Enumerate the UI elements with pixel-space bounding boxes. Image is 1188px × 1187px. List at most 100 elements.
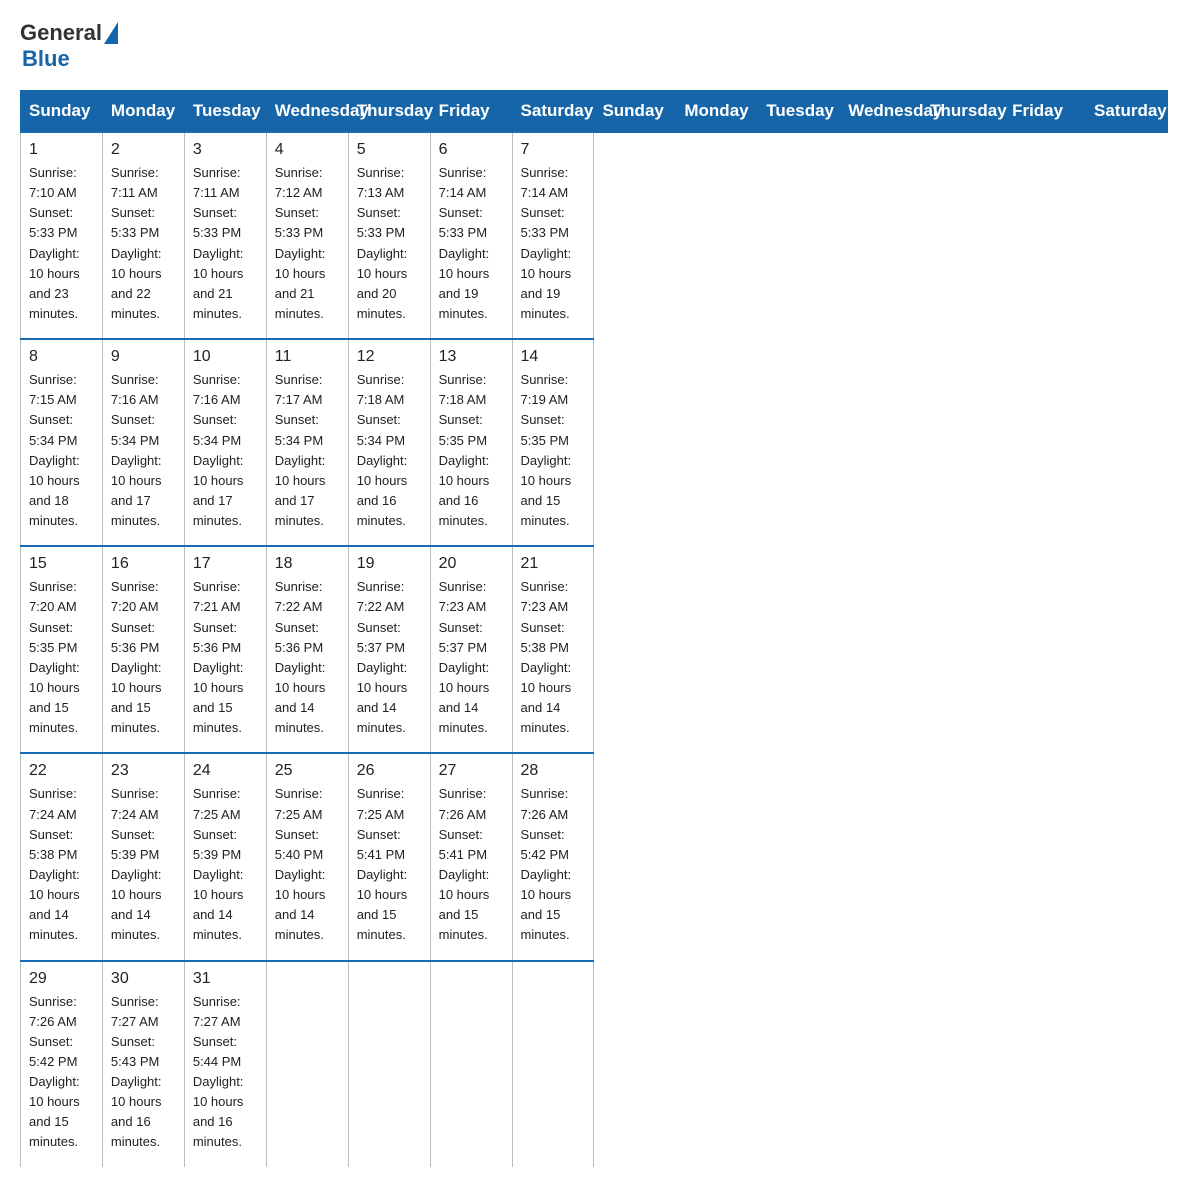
calendar-day-28: 28 Sunrise: 7:26 AM Sunset: 5:42 PM Dayl… [512,753,594,960]
day-number: 16 [111,555,176,573]
day-number: 13 [439,348,504,366]
calendar-empty [348,961,430,1167]
day-number: 15 [29,555,94,573]
day-number: 14 [521,348,586,366]
calendar-day-17: 17 Sunrise: 7:21 AM Sunset: 5:36 PM Dayl… [184,546,266,753]
calendar-day-14: 14 Sunrise: 7:19 AM Sunset: 5:35 PM Dayl… [512,339,594,546]
day-number: 17 [193,555,258,573]
day-info: Sunrise: 7:20 AM Sunset: 5:35 PM Dayligh… [29,577,94,738]
calendar-day-13: 13 Sunrise: 7:18 AM Sunset: 5:35 PM Dayl… [430,339,512,546]
col-header-friday: Friday [1004,91,1086,133]
day-info: Sunrise: 7:26 AM Sunset: 5:41 PM Dayligh… [439,784,504,945]
day-info: Sunrise: 7:21 AM Sunset: 5:36 PM Dayligh… [193,577,258,738]
day-number: 22 [29,762,94,780]
day-number: 7 [521,141,586,159]
calendar-day-26: 26 Sunrise: 7:25 AM Sunset: 5:41 PM Dayl… [348,753,430,960]
day-info: Sunrise: 7:22 AM Sunset: 5:37 PM Dayligh… [357,577,422,738]
day-info: Sunrise: 7:11 AM Sunset: 5:33 PM Dayligh… [193,163,258,324]
day-number: 1 [29,141,94,159]
logo-general: General [20,20,102,46]
logo-text: General [20,20,120,46]
day-number: 10 [193,348,258,366]
day-number: 25 [275,762,340,780]
day-number: 24 [193,762,258,780]
calendar-day-29: 29 Sunrise: 7:26 AM Sunset: 5:42 PM Dayl… [21,961,103,1167]
calendar-day-27: 27 Sunrise: 7:26 AM Sunset: 5:41 PM Dayl… [430,753,512,960]
calendar-day-6: 6 Sunrise: 7:14 AM Sunset: 5:33 PM Dayli… [430,132,512,339]
day-info: Sunrise: 7:14 AM Sunset: 5:33 PM Dayligh… [521,163,586,324]
day-info: Sunrise: 7:24 AM Sunset: 5:38 PM Dayligh… [29,784,94,945]
calendar-day-10: 10 Sunrise: 7:16 AM Sunset: 5:34 PM Dayl… [184,339,266,546]
calendar-day-21: 21 Sunrise: 7:23 AM Sunset: 5:38 PM Dayl… [512,546,594,753]
day-number: 6 [439,141,504,159]
day-number: 26 [357,762,422,780]
day-number: 3 [193,141,258,159]
day-info: Sunrise: 7:14 AM Sunset: 5:33 PM Dayligh… [439,163,504,324]
calendar-day-24: 24 Sunrise: 7:25 AM Sunset: 5:39 PM Dayl… [184,753,266,960]
calendar-day-20: 20 Sunrise: 7:23 AM Sunset: 5:37 PM Dayl… [430,546,512,753]
calendar-day-15: 15 Sunrise: 7:20 AM Sunset: 5:35 PM Dayl… [21,546,103,753]
day-info: Sunrise: 7:17 AM Sunset: 5:34 PM Dayligh… [275,370,340,531]
header-tuesday: Tuesday [184,91,266,133]
day-info: Sunrise: 7:20 AM Sunset: 5:36 PM Dayligh… [111,577,176,738]
calendar-empty [512,961,594,1167]
calendar-week-4: 22 Sunrise: 7:24 AM Sunset: 5:38 PM Dayl… [21,753,1168,960]
col-header-wednesday: Wednesday [840,91,922,133]
day-info: Sunrise: 7:27 AM Sunset: 5:43 PM Dayligh… [111,992,176,1153]
day-number: 21 [521,555,586,573]
col-header-sunday: Sunday [594,91,676,133]
col-header-thursday: Thursday [922,91,1004,133]
day-info: Sunrise: 7:23 AM Sunset: 5:37 PM Dayligh… [439,577,504,738]
calendar-day-23: 23 Sunrise: 7:24 AM Sunset: 5:39 PM Dayl… [102,753,184,960]
calendar-empty [266,961,348,1167]
day-info: Sunrise: 7:16 AM Sunset: 5:34 PM Dayligh… [193,370,258,531]
day-number: 18 [275,555,340,573]
day-info: Sunrise: 7:15 AM Sunset: 5:34 PM Dayligh… [29,370,94,531]
calendar-week-5: 29 Sunrise: 7:26 AM Sunset: 5:42 PM Dayl… [21,961,1168,1167]
calendar-day-11: 11 Sunrise: 7:17 AM Sunset: 5:34 PM Dayl… [266,339,348,546]
calendar-day-3: 3 Sunrise: 7:11 AM Sunset: 5:33 PM Dayli… [184,132,266,339]
day-number: 27 [439,762,504,780]
day-number: 31 [193,970,258,988]
calendar-day-2: 2 Sunrise: 7:11 AM Sunset: 5:33 PM Dayli… [102,132,184,339]
day-info: Sunrise: 7:25 AM Sunset: 5:39 PM Dayligh… [193,784,258,945]
calendar-week-2: 8 Sunrise: 7:15 AM Sunset: 5:34 PM Dayli… [21,339,1168,546]
day-info: Sunrise: 7:26 AM Sunset: 5:42 PM Dayligh… [521,784,586,945]
day-number: 5 [357,141,422,159]
day-number: 28 [521,762,586,780]
calendar-day-5: 5 Sunrise: 7:13 AM Sunset: 5:33 PM Dayli… [348,132,430,339]
calendar-header-row: SundayMondayTuesdayWednesdayThursdayFrid… [21,91,1168,133]
header-friday: Friday [430,91,512,133]
calendar-week-3: 15 Sunrise: 7:20 AM Sunset: 5:35 PM Dayl… [21,546,1168,753]
calendar-day-8: 8 Sunrise: 7:15 AM Sunset: 5:34 PM Dayli… [21,339,103,546]
calendar-table: SundayMondayTuesdayWednesdayThursdayFrid… [20,90,1168,1167]
day-number: 30 [111,970,176,988]
header-saturday: Saturday [512,91,594,133]
col-header-monday: Monday [676,91,758,133]
day-number: 12 [357,348,422,366]
calendar-day-19: 19 Sunrise: 7:22 AM Sunset: 5:37 PM Dayl… [348,546,430,753]
header-sunday: Sunday [21,91,103,133]
header-wednesday: Wednesday [266,91,348,133]
calendar-day-25: 25 Sunrise: 7:25 AM Sunset: 5:40 PM Dayl… [266,753,348,960]
day-number: 11 [275,348,340,366]
calendar-day-18: 18 Sunrise: 7:22 AM Sunset: 5:36 PM Dayl… [266,546,348,753]
page-header: General Blue [20,20,1168,72]
day-info: Sunrise: 7:16 AM Sunset: 5:34 PM Dayligh… [111,370,176,531]
calendar-day-16: 16 Sunrise: 7:20 AM Sunset: 5:36 PM Dayl… [102,546,184,753]
calendar-week-1: 1 Sunrise: 7:10 AM Sunset: 5:33 PM Dayli… [21,132,1168,339]
day-info: Sunrise: 7:10 AM Sunset: 5:33 PM Dayligh… [29,163,94,324]
calendar-day-4: 4 Sunrise: 7:12 AM Sunset: 5:33 PM Dayli… [266,132,348,339]
day-info: Sunrise: 7:23 AM Sunset: 5:38 PM Dayligh… [521,577,586,738]
calendar-day-1: 1 Sunrise: 7:10 AM Sunset: 5:33 PM Dayli… [21,132,103,339]
day-info: Sunrise: 7:18 AM Sunset: 5:34 PM Dayligh… [357,370,422,531]
header-monday: Monday [102,91,184,133]
day-info: Sunrise: 7:13 AM Sunset: 5:33 PM Dayligh… [357,163,422,324]
day-info: Sunrise: 7:11 AM Sunset: 5:33 PM Dayligh… [111,163,176,324]
day-number: 19 [357,555,422,573]
day-number: 29 [29,970,94,988]
day-number: 23 [111,762,176,780]
day-info: Sunrise: 7:22 AM Sunset: 5:36 PM Dayligh… [275,577,340,738]
logo: General Blue [20,20,120,72]
calendar-empty [430,961,512,1167]
